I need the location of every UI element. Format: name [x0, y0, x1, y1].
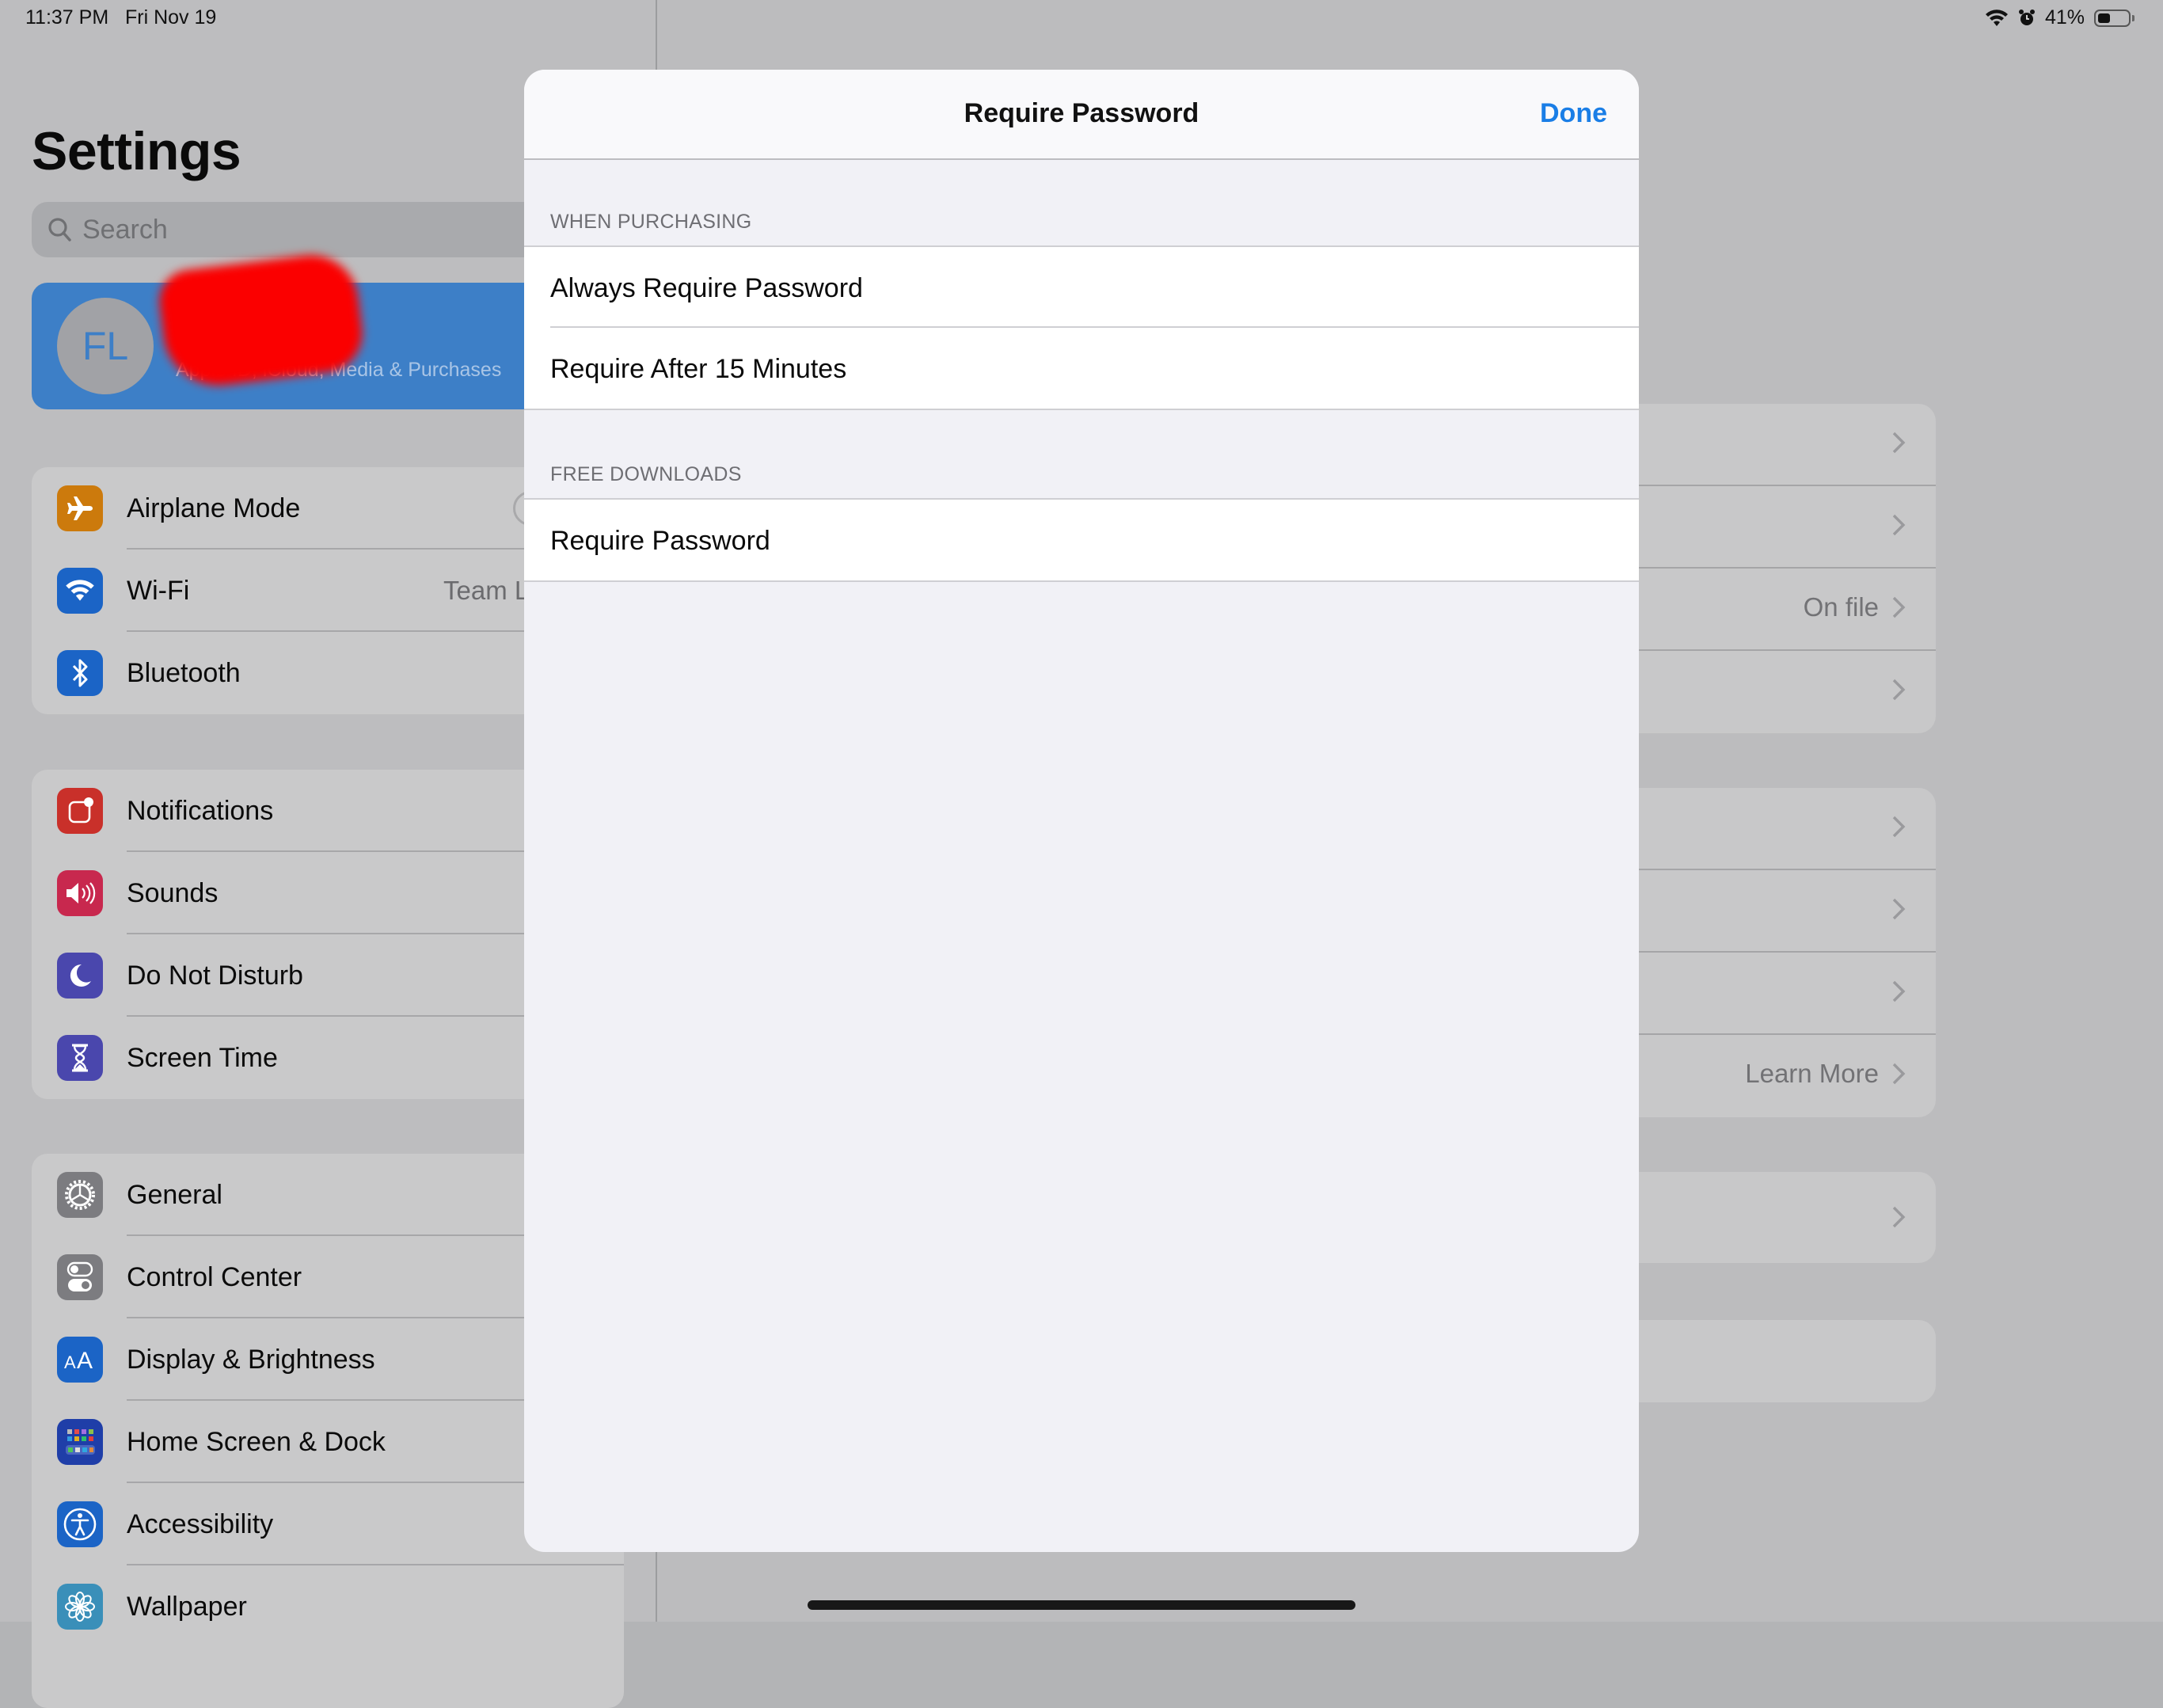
status-indicators: 41% — [1985, 6, 2134, 29]
sidebar-item-label: Wallpaper — [127, 1591, 247, 1622]
option-label: Require Password — [550, 526, 770, 556]
accessibility-icon — [57, 1501, 103, 1547]
notifications-icon — [57, 788, 103, 834]
section-header-when-purchasing: WHEN PURCHASING — [550, 211, 752, 233]
page-title: Settings — [32, 121, 241, 181]
sidebar-item-label: Home Screen & Dock — [127, 1426, 386, 1457]
sidebar-item-label: Screen Time — [127, 1042, 278, 1073]
status-bar: 11:37 PM Fri Nov 19 41% — [0, 0, 2163, 40]
free-downloads-options: Require Password — [524, 498, 1639, 582]
alarm-icon — [2018, 9, 2035, 25]
sidebar-item-label: General — [127, 1179, 222, 1210]
sidebar-item-label: Display & Brightness — [127, 1344, 375, 1375]
gear-icon — [57, 1172, 103, 1218]
redaction-mark — [155, 249, 367, 392]
flower-icon — [57, 1584, 103, 1630]
search-input[interactable] — [81, 213, 559, 246]
search-icon — [48, 218, 71, 242]
done-button[interactable]: Done — [1540, 98, 1607, 129]
chevron-right-icon — [1892, 432, 1906, 454]
bluetooth-icon — [57, 650, 103, 696]
when-purchasing-options: Always Require Password Require After 15… — [524, 245, 1639, 410]
chevron-right-icon — [1892, 1206, 1906, 1228]
avatar: FL — [57, 298, 154, 394]
chevron-right-icon — [1892, 679, 1906, 701]
sidebar-item-label: Sounds — [127, 877, 219, 908]
app-grid-icon — [57, 1419, 103, 1465]
date: Fri Nov 19 — [125, 6, 217, 29]
sidebar-item-label: Do Not Disturb — [127, 960, 303, 991]
sidebar-item-label: Notifications — [127, 795, 274, 826]
wifi-icon — [1985, 9, 2008, 26]
sidebar-item-label: Airplane Mode — [127, 493, 301, 523]
option-label: Require After 15 Minutes — [550, 354, 847, 384]
airplane-icon — [57, 485, 103, 531]
sidebar-item-wallpaper[interactable]: Wallpaper — [32, 1565, 624, 1648]
battery-percent: 41% — [2044, 6, 2085, 29]
toggles-icon — [57, 1254, 103, 1300]
detail-value: On file — [1803, 592, 1879, 622]
option-label: Always Require Password — [550, 273, 863, 303]
chevron-right-icon — [1892, 514, 1906, 536]
battery-level — [2098, 13, 2110, 23]
chevron-right-icon — [1892, 816, 1906, 838]
hourglass-icon — [57, 1035, 103, 1081]
battery-icon — [2094, 9, 2131, 27]
sounds-icon — [57, 870, 103, 916]
svg-text:A: A — [77, 1348, 93, 1371]
wifi-icon — [57, 568, 103, 614]
sidebar-item-label: Bluetooth — [127, 657, 241, 688]
wifi-network-value: Team L — [443, 576, 530, 605]
chevron-right-icon — [1892, 898, 1906, 920]
option-require-password[interactable]: Require Password — [524, 500, 1639, 580]
chevron-right-icon — [1892, 1063, 1906, 1085]
sidebar-item-label: Wi-Fi — [127, 575, 190, 606]
svg-text:A: A — [64, 1352, 76, 1371]
sheet-navigation-bar: Require Password Done — [524, 70, 1639, 160]
text-size-icon: AA — [57, 1337, 103, 1383]
status-time: 11:37 PM Fri Nov 19 — [25, 6, 216, 29]
sheet-title: Require Password — [964, 98, 1199, 128]
section-header-free-downloads: FREE DOWNLOADS — [550, 463, 742, 485]
require-password-sheet: Require Password Done WHEN PURCHASING Al… — [524, 70, 1639, 1552]
moon-icon — [57, 953, 103, 999]
option-require-after-15-minutes[interactable]: Require After 15 Minutes — [524, 328, 1639, 409]
home-indicator[interactable] — [808, 1600, 1355, 1610]
chevron-right-icon — [1892, 980, 1906, 1002]
battery-cap — [2132, 14, 2134, 21]
sidebar-item-label: Control Center — [127, 1261, 302, 1292]
detail-value: Learn More — [1745, 1059, 1879, 1088]
option-always-require-password[interactable]: Always Require Password — [524, 247, 1639, 328]
chevron-right-icon — [1892, 596, 1906, 618]
clock: 11:37 PM — [25, 6, 109, 29]
sidebar-item-label: Accessibility — [127, 1508, 274, 1539]
